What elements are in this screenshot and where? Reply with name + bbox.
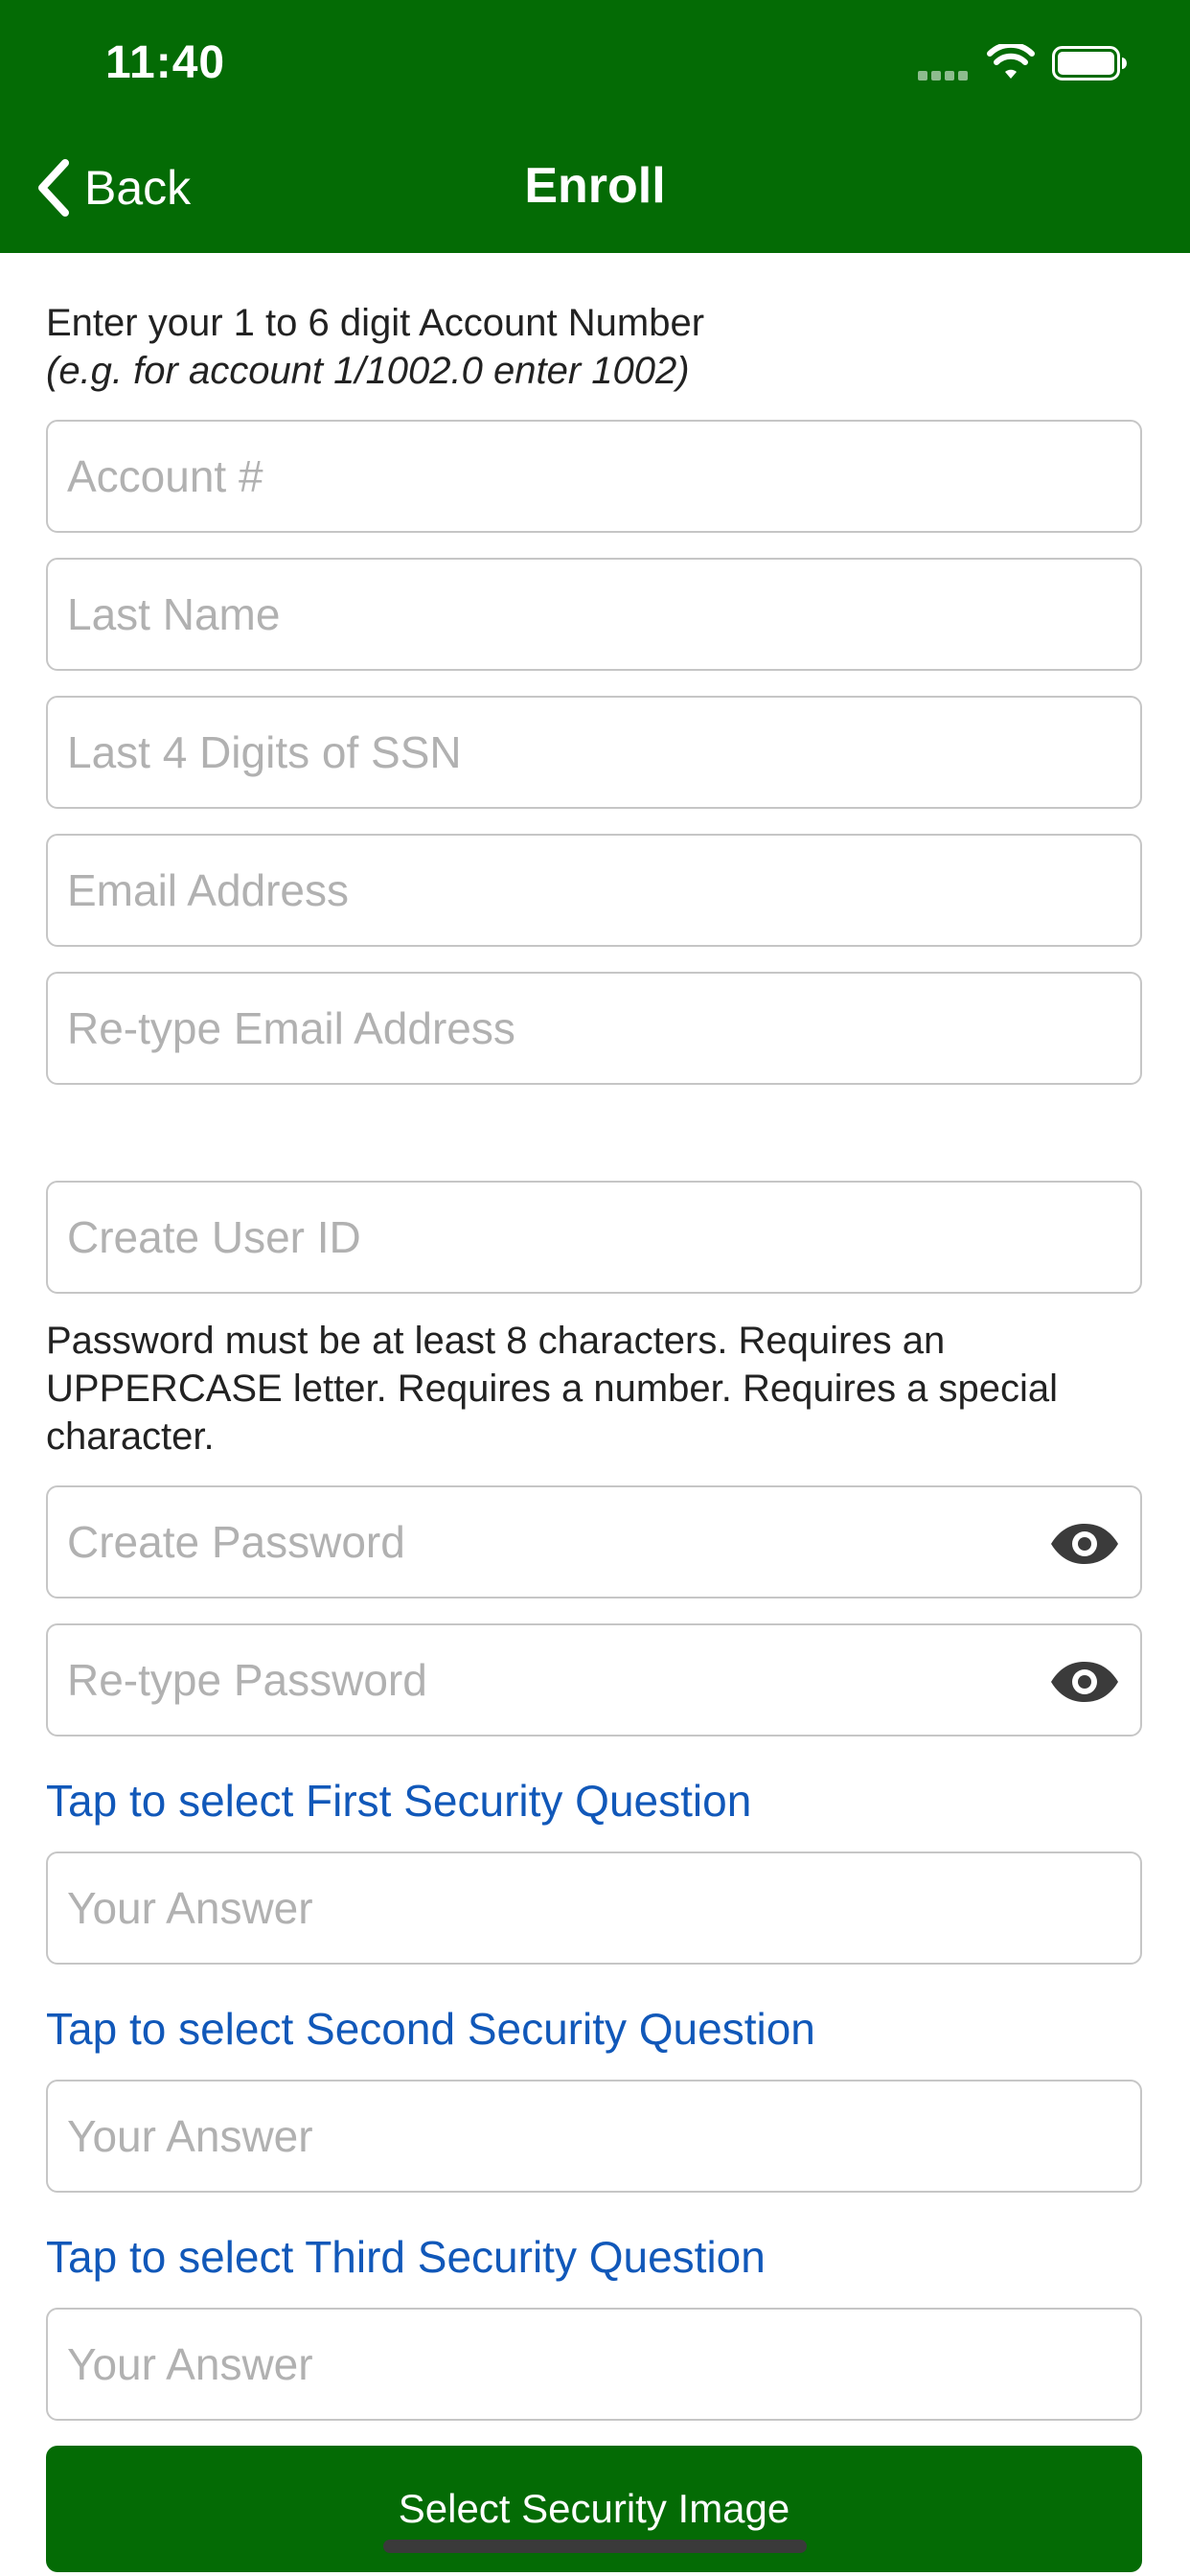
password-confirm-input[interactable] <box>67 1625 1025 1735</box>
third-security-question-link[interactable]: Tap to select Third Security Question <box>46 2231 766 2283</box>
first-security-question-link[interactable]: Tap to select First Security Question <box>46 1775 751 1827</box>
ssn-last4-input[interactable] <box>67 698 1025 807</box>
second-answer-input[interactable] <box>67 2082 1025 2191</box>
password-requirements: Password must be at least 8 characters. … <box>46 1320 1059 1458</box>
account-number-input[interactable] <box>67 422 1025 531</box>
battery-icon <box>1052 46 1127 80</box>
account-instruction-example: (e.g. for account 1/1002.0 enter 1002) <box>46 350 690 392</box>
cellular-signal-icon <box>918 71 970 80</box>
page-title: Enroll <box>524 158 666 214</box>
password-confirm-field[interactable] <box>46 1623 1142 1736</box>
third-answer-input[interactable] <box>67 2310 1025 2419</box>
email-field[interactable] <box>46 834 1142 947</box>
account-number-field[interactable] <box>46 420 1142 533</box>
email-confirm-input[interactable] <box>67 974 1025 1083</box>
ssn-last4-field[interactable] <box>46 696 1142 809</box>
select-security-image-button[interactable]: Select Security Image <box>46 2446 1142 2572</box>
password-input[interactable] <box>67 1487 1025 1597</box>
user-id-input[interactable] <box>67 1183 1025 1292</box>
eye-icon[interactable] <box>1048 1660 1121 1704</box>
status-bar-time: 11:40 <box>105 37 226 88</box>
last-name-input[interactable] <box>67 560 1025 669</box>
first-answer-input[interactable] <box>67 1853 1025 1963</box>
eye-icon[interactable] <box>1048 1522 1121 1566</box>
third-answer-field[interactable] <box>46 2308 1142 2421</box>
password-field[interactable] <box>46 1485 1142 1598</box>
home-indicator[interactable] <box>383 2540 807 2553</box>
email-input[interactable] <box>67 836 1025 945</box>
account-number-instructions: Enter your 1 to 6 digit Account Number (… <box>46 299 1148 395</box>
wifi-icon <box>987 44 1035 79</box>
second-security-question-link[interactable]: Tap to select Second Security Question <box>46 2003 815 2055</box>
first-answer-field[interactable] <box>46 1852 1142 1965</box>
user-id-field[interactable] <box>46 1181 1142 1294</box>
email-confirm-field[interactable] <box>46 972 1142 1085</box>
navigation-header: 11:40 Back Enroll <box>0 0 1190 253</box>
second-answer-field[interactable] <box>46 2080 1142 2193</box>
account-instruction-line: Enter your 1 to 6 digit Account Number <box>46 302 705 344</box>
last-name-field[interactable] <box>46 558 1142 671</box>
